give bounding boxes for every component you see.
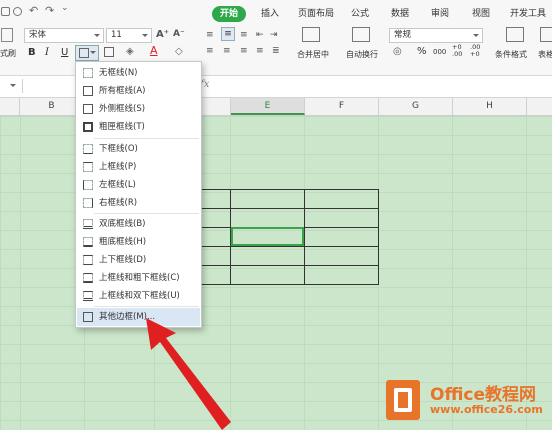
annotation-arrow [146, 318, 231, 430]
watermark-url: www.office26.com [430, 403, 543, 416]
office-logo-icon [386, 380, 420, 420]
watermark-title: Office教程网 [430, 385, 537, 405]
red-arrow-icon [146, 318, 231, 430]
